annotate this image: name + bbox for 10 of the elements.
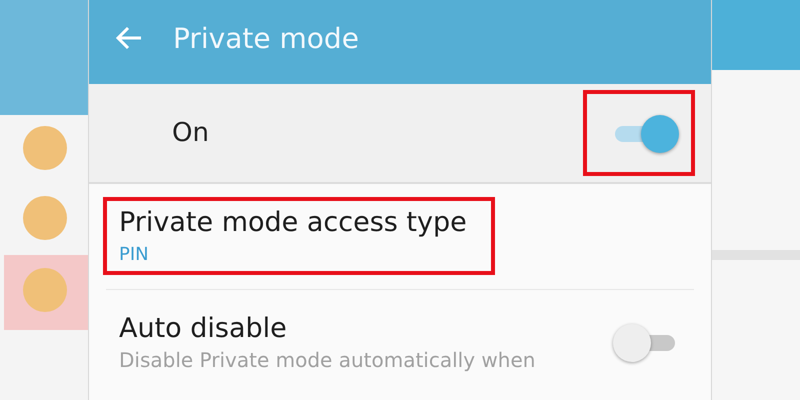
- switch-label: On: [172, 118, 209, 148]
- setting-value: PIN: [119, 244, 150, 265]
- highlight-frame[interactable]: Auto disable Disable Private mode automatically when: [103, 303, 554, 382]
- highlight-frame[interactable]: Private mode access type PIN: [103, 197, 495, 275]
- setting-title: Auto disable: [119, 313, 288, 344]
- screen-title: Private mode: [173, 22, 359, 54]
- setting-description: Disable Private mode automatically when: [119, 348, 536, 372]
- setting-title: Private mode access type: [119, 207, 467, 238]
- back-icon[interactable]: [115, 26, 143, 50]
- toggle-switch[interactable]: [613, 114, 679, 154]
